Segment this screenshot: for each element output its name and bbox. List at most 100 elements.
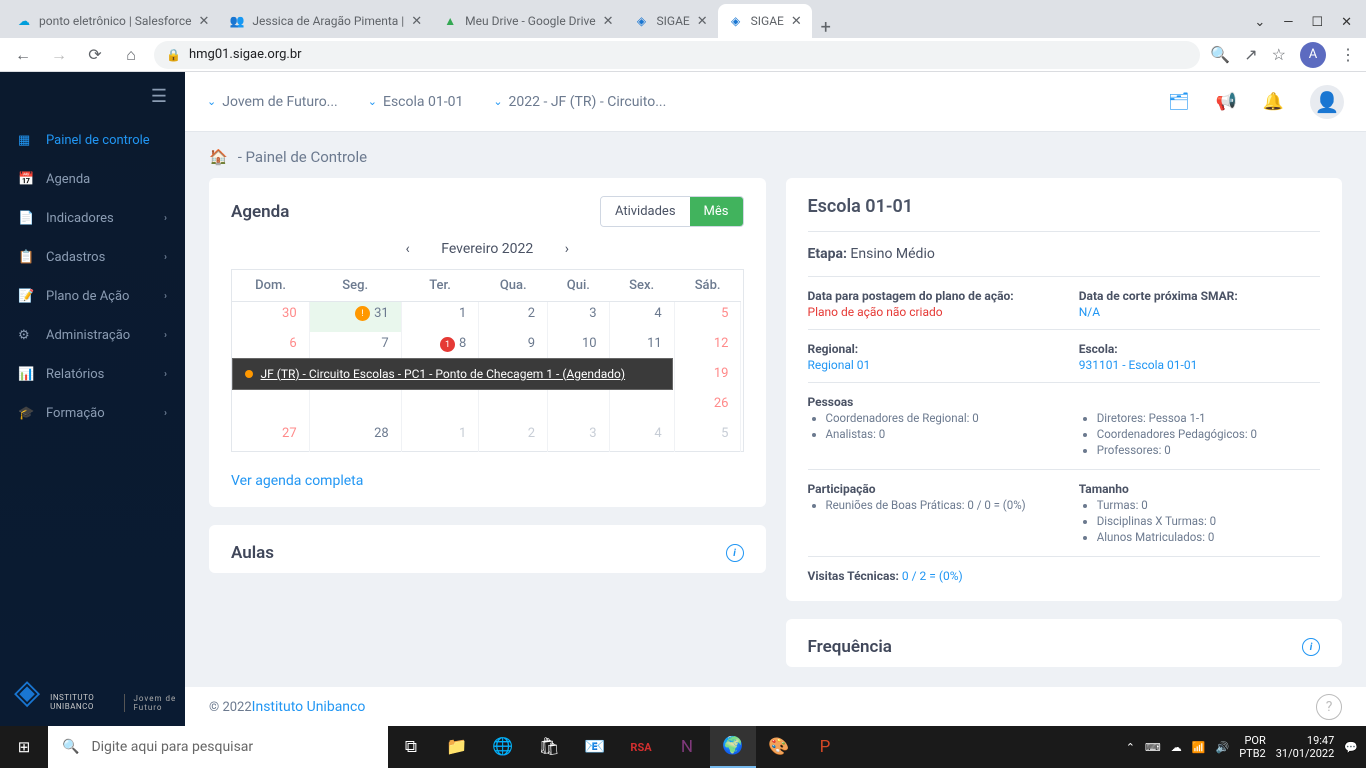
powerpoint-icon[interactable]: P (802, 726, 848, 768)
breadcrumb-year[interactable]: ⌄2022 - JF (TR) - Circuito... (493, 94, 666, 110)
calendar-cell[interactable]: 4 (609, 422, 674, 452)
sidebar-item-6[interactable]: 📊Relatórios› (0, 355, 185, 394)
calendar-cell[interactable]: 3 (548, 422, 609, 452)
visitas-link[interactable]: 0 / 2 = (0%) (902, 569, 963, 583)
calendar-cell[interactable]: 5 (674, 422, 741, 452)
activities-button[interactable]: Atividades (601, 197, 690, 226)
tab-sigae-1[interactable]: ◈ SIGAE ✕ (624, 4, 718, 38)
calendar-cell[interactable] (548, 392, 609, 422)
profile-avatar[interactable]: A (1300, 42, 1326, 68)
tab-teams[interactable]: 👥 Jessica de Aragão Pimenta | ✕ (219, 4, 432, 38)
start-button[interactable]: ⊞ (0, 738, 48, 756)
search-icon[interactable]: 🔍 (1210, 45, 1230, 64)
user-avatar[interactable]: 👤 (1310, 85, 1344, 119)
sidebar-item-1[interactable]: 📅Agenda (0, 160, 185, 199)
reload-button[interactable]: ⟳ (82, 42, 108, 68)
next-month-button[interactable]: › (565, 241, 569, 257)
calendar-cell[interactable]: 3 (548, 302, 609, 332)
close-icon[interactable]: ✕ (411, 14, 422, 29)
breadcrumb-program[interactable]: ⌄Jovem de Futuro... (207, 94, 338, 110)
info-icon[interactable]: i (1302, 638, 1320, 656)
explorer-icon[interactable]: 📁 (434, 726, 480, 768)
calendar-cell[interactable]: 26 (674, 392, 741, 422)
calendar-cell[interactable]: 27 (232, 422, 310, 452)
tray-chevron-icon[interactable]: ⌃ (1126, 741, 1135, 754)
calendar-cell[interactable]: 1 (401, 422, 479, 452)
home-button[interactable]: ⌂ (118, 42, 144, 68)
back-button[interactable]: ← (10, 42, 36, 68)
calendar-cell[interactable] (232, 392, 310, 422)
tray-wifi-icon[interactable]: 📶 (1192, 741, 1206, 754)
star-icon[interactable]: ☆ (1272, 45, 1286, 64)
close-icon[interactable]: ✕ (791, 14, 802, 29)
calendar-cell[interactable] (401, 392, 479, 422)
megaphone-icon[interactable]: 📢 (1216, 92, 1237, 112)
sidebar-item-4[interactable]: 📝Plano de Ação› (0, 277, 185, 316)
calendar-cell[interactable]: 28 (309, 422, 401, 452)
calendar-cell[interactable]: 2 (479, 422, 548, 452)
prev-month-button[interactable]: ‹ (406, 241, 410, 257)
tab-title: ponto eletrônico | Salesforce (39, 14, 192, 28)
month-button[interactable]: Mês (690, 197, 743, 226)
calendar-cell[interactable]: 30 (232, 302, 310, 332)
breadcrumb-school[interactable]: ⌄Escola 01-01 (368, 94, 464, 110)
maximize-icon[interactable]: ☐ (1311, 15, 1323, 30)
calendar-cell[interactable] (609, 392, 674, 422)
new-tab-button[interactable]: + (812, 17, 840, 38)
regional-link[interactable]: Regional 01 (808, 358, 871, 372)
calendar-cell[interactable]: 1 (401, 302, 479, 332)
onenote-icon[interactable]: N (664, 726, 710, 768)
rsa-icon[interactable]: RSA (618, 726, 664, 768)
close-icon[interactable]: ✕ (697, 14, 708, 29)
close-icon[interactable]: ✕ (603, 14, 614, 29)
windows-taskbar: ⊞ 🔍 Digite aqui para pesquisar ⧉ 📁 🌐 🛍 📧… (0, 726, 1366, 768)
store-icon[interactable]: 🛍 (526, 726, 572, 768)
bell-icon[interactable]: 🔔 (1263, 92, 1284, 112)
notifications-icon[interactable]: 💬 (1344, 741, 1358, 754)
paint-icon[interactable]: 🎨 (756, 726, 802, 768)
full-agenda-link[interactable]: Ver agenda completa (231, 473, 363, 489)
tray-clock[interactable]: 19:4731/01/2022 (1276, 734, 1335, 760)
share-icon[interactable]: ↗ (1244, 45, 1257, 64)
sidebar-item-3[interactable]: 📋Cadastros› (0, 238, 185, 277)
page-title: - Painel de Controle (238, 148, 367, 166)
folder-icon[interactable]: 🗂 (1168, 92, 1190, 112)
calendar-cell[interactable]: 2 (479, 302, 548, 332)
calendar-cell[interactable]: 4 (609, 302, 674, 332)
url-input[interactable]: 🔒 hmg01.sigae.org.br (154, 41, 1200, 69)
sidebar-item-7[interactable]: 🎓Formação› (0, 394, 185, 433)
sidebar-icon: 📄 (18, 211, 34, 226)
close-icon[interactable]: ✕ (199, 14, 210, 29)
tray-cloud-icon[interactable]: ☁ (1171, 741, 1182, 754)
tray-sound-icon[interactable]: 🔊 (1216, 741, 1230, 754)
chrome-icon[interactable]: 🌍 (710, 726, 756, 768)
event-tooltip[interactable]: JF (TR) - Circuito Escolas - PC1 - Ponto… (232, 358, 674, 390)
edge-icon[interactable]: 🌐 (480, 726, 526, 768)
calendar-cell[interactable]: 12 (674, 332, 741, 362)
calendar-cell[interactable] (479, 392, 548, 422)
sidebar-item-2[interactable]: 📄Indicadores› (0, 199, 185, 238)
hamburger-icon[interactable]: ☰ (0, 72, 185, 121)
sidebar-item-0[interactable]: ▦Painel de controle (0, 121, 185, 160)
tray-keyboard-icon[interactable]: ⌨ (1145, 741, 1161, 754)
task-view-icon[interactable]: ⧉ (388, 726, 434, 768)
info-icon[interactable]: i (726, 544, 744, 562)
tab-sigae-2[interactable]: ◈ SIGAE ✕ (718, 4, 812, 38)
close-window-icon[interactable]: ✕ (1341, 15, 1352, 30)
tab-salesforce[interactable]: ☁ ponto eletrônico | Salesforce ✕ (6, 4, 219, 38)
calendar-cell[interactable]: 5 (674, 302, 741, 332)
help-icon[interactable]: ? (1316, 694, 1342, 720)
outlook-icon[interactable]: 📧 (572, 726, 618, 768)
tray-lang[interactable]: POR PTB2 (1239, 734, 1266, 760)
calendar-cell[interactable]: !31 (309, 302, 401, 332)
calendar-cell[interactable] (309, 392, 401, 422)
chevron-down-icon[interactable]: ⌄ (1254, 15, 1265, 30)
escola-link[interactable]: 931101 - Escola 01-01 (1079, 358, 1198, 372)
footer-link[interactable]: Instituto Unibanco (252, 699, 366, 715)
minimize-icon[interactable]: — (1283, 15, 1293, 30)
tab-drive[interactable]: ▲ Meu Drive - Google Drive ✕ (432, 4, 623, 38)
sidebar-item-5[interactable]: ⚙Administração› (0, 316, 185, 355)
kebab-menu-icon[interactable]: ⋮ (1340, 45, 1356, 64)
calendar-cell[interactable]: 19 (674, 362, 741, 392)
taskbar-search[interactable]: 🔍 Digite aqui para pesquisar (48, 726, 388, 768)
